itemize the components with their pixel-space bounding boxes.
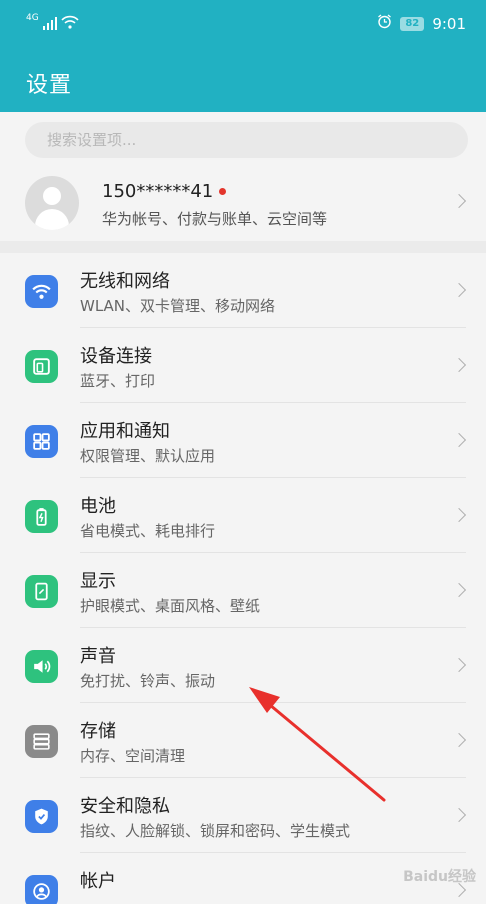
search-input[interactable]: 搜索设置项... — [25, 122, 468, 158]
app-header: 4G 82 9:01 设置 — [0, 0, 486, 112]
chevron-right-icon — [451, 193, 467, 209]
settings-item-subtitle: WLAN、双卡管理、移动网络 — [80, 297, 276, 315]
settings-item-title: 电池 — [80, 496, 116, 517]
account-row[interactable]: 150******41 华为帐号、付款与账单、云空间等 — [0, 170, 486, 242]
battery-icon: 82 — [400, 16, 425, 31]
account-name: 150******41 — [102, 181, 214, 202]
account-name-wrap: 150******41 — [102, 181, 227, 202]
settings-item-subtitle: 蓝牙、打印 — [80, 372, 156, 390]
settings-item-battery[interactable]: 电池 省电模式、耗电排行 — [0, 478, 486, 553]
notification-dot — [219, 188, 227, 195]
network-type-label: 4G — [26, 13, 39, 23]
settings-item-device-connection[interactable]: 设备连接 蓝牙、打印 — [0, 328, 486, 403]
settings-item-display[interactable]: 显示 护眼模式、桌面风格、壁纸 — [0, 553, 486, 628]
chevron-right-icon — [451, 807, 467, 823]
settings-item-apps-notifications[interactable]: 应用和通知 权限管理、默认应用 — [0, 403, 486, 478]
settings-item-subtitle: 护眼模式、桌面风格、壁纸 — [80, 597, 261, 615]
section-divider — [0, 241, 486, 253]
page-title: 设置 — [26, 73, 73, 98]
settings-item-title: 显示 — [80, 571, 116, 592]
shield-icon — [25, 800, 58, 833]
battery-icon — [25, 500, 58, 533]
status-right: 82 9:01 — [377, 14, 466, 33]
status-bar: 4G 82 9:01 — [0, 0, 486, 50]
settings-item-subtitle: 权限管理、默认应用 — [80, 447, 216, 465]
status-left: 4G — [26, 14, 79, 33]
alarm-icon — [377, 14, 392, 33]
device-connect-icon — [25, 350, 58, 383]
settings-item-title: 无线和网络 — [80, 271, 170, 292]
settings-item-title: 设备连接 — [80, 346, 152, 367]
chevron-right-icon — [451, 507, 467, 523]
settings-content: 搜索设置项... 150******41 华为帐号、付款与账单、云空间等 无线和… — [0, 112, 486, 904]
watermark: Baidu经验 — [403, 869, 476, 885]
wifi-icon — [61, 14, 79, 33]
display-icon — [25, 575, 58, 608]
settings-item-subtitle: 内存、空间清理 — [80, 747, 186, 765]
chevron-right-icon — [451, 282, 467, 298]
speaker-icon — [25, 650, 58, 683]
wifi-icon — [25, 275, 58, 308]
apps-grid-icon — [25, 425, 58, 458]
settings-item-subtitle: 省电模式、耗电排行 — [80, 522, 216, 540]
chevron-right-icon — [451, 432, 467, 448]
settings-item-title: 声音 — [80, 646, 116, 667]
settings-item-subtitle: 指纹、人脸解锁、锁屏和密码、学生模式 — [80, 822, 351, 840]
settings-item-title: 存储 — [80, 721, 116, 742]
chevron-right-icon — [451, 357, 467, 373]
chevron-right-icon — [451, 582, 467, 598]
account-icon — [25, 875, 58, 904]
account-subtitle: 华为帐号、付款与账单、云空间等 — [102, 210, 328, 228]
chevron-right-icon — [451, 657, 467, 673]
settings-item-sound[interactable]: 声音 免打扰、铃声、振动 — [0, 628, 486, 703]
settings-item-title: 应用和通知 — [80, 421, 170, 442]
settings-item-storage[interactable]: 存储 内存、空间清理 — [0, 703, 486, 778]
settings-item-wireless[interactable]: 无线和网络 WLAN、双卡管理、移动网络 — [0, 253, 486, 328]
settings-item-title: 安全和隐私 — [80, 796, 170, 817]
chevron-right-icon — [451, 732, 467, 748]
settings-item-subtitle: 免打扰、铃声、振动 — [80, 672, 216, 690]
clock-time: 9:01 — [432, 14, 466, 33]
storage-icon — [25, 725, 58, 758]
signal-icon — [42, 17, 58, 30]
settings-item-security-privacy[interactable]: 安全和隐私 指纹、人脸解锁、锁屏和密码、学生模式 — [0, 778, 486, 853]
settings-item-title: 帐户 — [80, 871, 116, 892]
avatar — [25, 176, 79, 230]
